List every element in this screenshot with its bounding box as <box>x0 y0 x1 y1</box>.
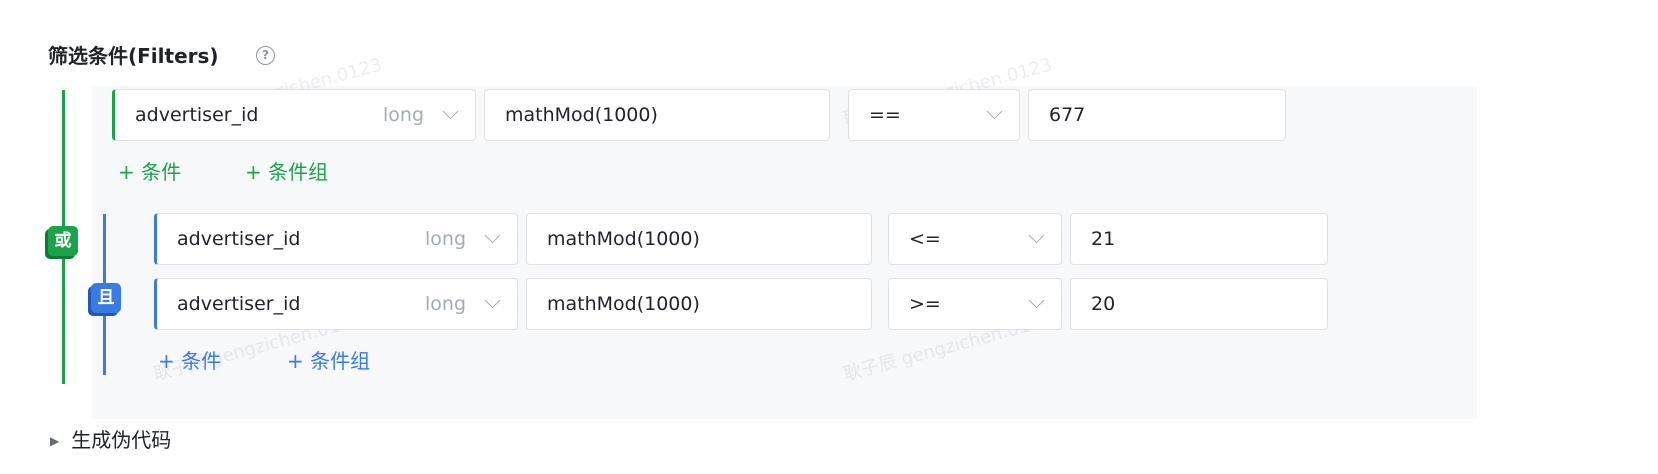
value-input[interactable]: 21 <box>1070 213 1328 265</box>
chevron-down-icon <box>1028 292 1045 309</box>
operator-value: == <box>869 104 901 126</box>
operator-value: >= <box>909 293 941 315</box>
chevron-down-icon <box>1028 227 1045 244</box>
value-text: 677 <box>1049 104 1086 126</box>
value-input[interactable]: 677 <box>1028 89 1286 141</box>
chevron-down-icon <box>986 103 1003 120</box>
generate-pseudocode-label: 生成伪代码 <box>71 428 172 452</box>
help-icon[interactable]: ? <box>256 46 275 65</box>
and-toggle-badge[interactable]: 且 <box>91 283 121 313</box>
function-value: mathMod(1000) <box>547 228 700 250</box>
add-condition-button[interactable]: + 条件 <box>118 158 181 186</box>
value-text: 21 <box>1091 228 1116 250</box>
or-toggle-badge[interactable]: 或 <box>48 226 78 256</box>
operator-select[interactable]: <= <box>888 213 1062 265</box>
field-select[interactable]: advertiser_id long <box>154 213 518 265</box>
operator-select[interactable]: == <box>848 89 1020 141</box>
field-type: long <box>425 293 467 315</box>
chevron-down-icon <box>484 227 501 244</box>
field-type: long <box>383 104 425 126</box>
chevron-down-icon <box>442 103 459 120</box>
triangle-right-icon: ▶ <box>50 434 60 448</box>
field-name: advertiser_id <box>177 293 301 315</box>
field-name: advertiser_id <box>177 228 301 250</box>
operator-value: <= <box>909 228 941 250</box>
function-input[interactable]: mathMod(1000) <box>526 278 872 330</box>
add-condition-button[interactable]: + 条件 <box>158 347 221 375</box>
chevron-down-icon <box>484 292 501 309</box>
field-name: advertiser_id <box>135 104 259 126</box>
value-text: 20 <box>1091 293 1116 315</box>
add-condition-group-button[interactable]: + 条件组 <box>245 158 328 186</box>
function-value: mathMod(1000) <box>505 104 658 126</box>
add-condition-group-button[interactable]: + 条件组 <box>287 347 370 375</box>
generate-pseudocode-toggle[interactable]: ▶ 生成伪代码 <box>50 426 171 455</box>
field-select[interactable]: advertiser_id long <box>112 89 476 141</box>
function-value: mathMod(1000) <box>547 293 700 315</box>
value-input[interactable]: 20 <box>1070 278 1328 330</box>
field-select[interactable]: advertiser_id long <box>154 278 518 330</box>
filters-title: 筛选条件(Filters) <box>48 44 219 68</box>
operator-select[interactable]: >= <box>888 278 1062 330</box>
field-type: long <box>425 228 467 250</box>
function-input[interactable]: mathMod(1000) <box>526 213 872 265</box>
function-input[interactable]: mathMod(1000) <box>484 89 830 141</box>
